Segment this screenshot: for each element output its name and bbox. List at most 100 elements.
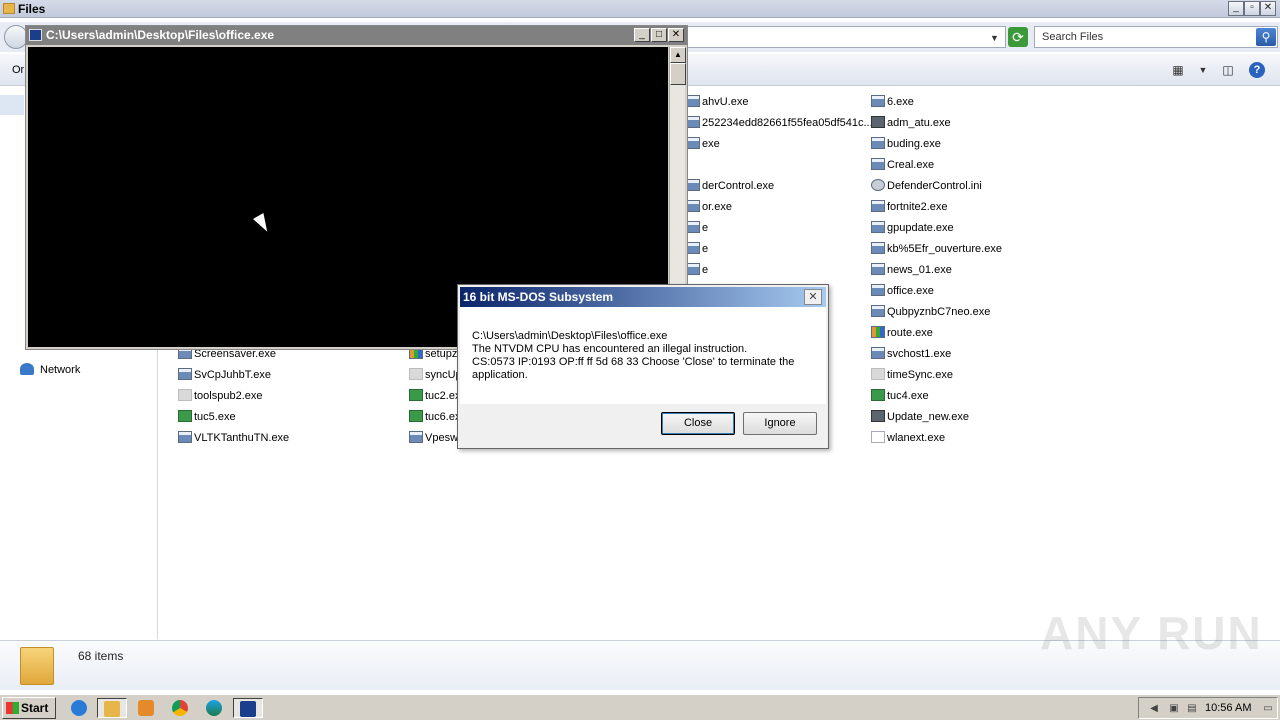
file-item[interactable]: news_01.exe — [871, 262, 952, 278]
file-item[interactable]: e — [686, 262, 708, 278]
scroll-thumb[interactable] — [670, 63, 686, 85]
file-item[interactable]: exe — [686, 136, 720, 152]
file-item[interactable]: 252234edd82661f55fea05df541c... — [686, 115, 873, 131]
file-item[interactable]: QubpyznbC7neo.exe — [871, 304, 990, 320]
file-item[interactable]: office.exe — [871, 283, 934, 299]
box-icon — [871, 410, 885, 422]
file-name: adm_atu.exe — [887, 117, 951, 129]
file-item[interactable]: VLTKTanthuTN.exe — [178, 430, 289, 446]
taskbar-ie-icon[interactable] — [64, 698, 94, 718]
file-item[interactable]: kb%5Efr_ouverture.exe — [871, 241, 1002, 257]
nav-selected-item[interactable] — [0, 95, 24, 115]
refresh-icon[interactable]: ⟳ — [1008, 27, 1028, 47]
box-icon — [871, 116, 885, 128]
start-button[interactable]: Start — [2, 697, 56, 719]
file-name: news_01.exe — [887, 264, 952, 276]
file-item[interactable]: toolspub2.exe — [178, 388, 263, 404]
exe-icon — [686, 242, 700, 254]
volume-icon[interactable]: ◀ — [1147, 702, 1161, 716]
scroll-up-icon[interactable]: ▲ — [670, 47, 686, 63]
dialog-close-icon[interactable]: ✕ — [804, 289, 822, 305]
file-name: tuc6.ex — [425, 411, 461, 423]
file-name: tuc4.exe — [887, 390, 929, 402]
file-item[interactable]: Update_new.exe — [871, 409, 969, 425]
file-item[interactable]: syncUp — [409, 367, 462, 383]
file-item[interactable]: wlanext.exe — [871, 430, 945, 446]
search-input[interactable]: Search Files ⚲ — [1034, 26, 1278, 48]
file-item[interactable]: route.exe — [871, 325, 933, 341]
file-name: Update_new.exe — [887, 411, 969, 423]
file-name: e — [702, 222, 709, 234]
file-item[interactable]: or.exe — [686, 199, 732, 215]
console-maximize-button[interactable]: □ — [651, 28, 667, 42]
search-icon[interactable]: ⚲ — [1256, 28, 1276, 46]
file-item[interactable]: svchost1.exe — [871, 346, 951, 362]
watermark: ANY RUN — [1040, 607, 1263, 659]
file-name: 252234edd82661f55fea05df541c... — [702, 117, 873, 129]
network-icon — [20, 363, 34, 375]
file-item[interactable]: fortnite2.exe — [871, 199, 948, 215]
file-item[interactable]: buding.exe — [871, 136, 941, 152]
address-dropdown-icon[interactable]: ▼ — [990, 33, 999, 43]
console-close-button[interactable]: ✕ — [668, 28, 684, 42]
file-item[interactable]: adm_atu.exe — [871, 115, 951, 131]
ignore-button[interactable]: Ignore — [743, 412, 817, 435]
organize-menu[interactable]: Or — [12, 64, 24, 76]
address-bar[interactable] — [686, 26, 1006, 48]
installer-icon — [409, 410, 423, 422]
help-icon[interactable]: ? — [1249, 62, 1265, 78]
file-item[interactable]: tuc4.exe — [871, 388, 929, 404]
dialog-line-details: CS:0573 IP:0193 OP:ff ff 5d 68 33 Choose… — [472, 356, 795, 381]
close-button[interactable]: Close — [661, 412, 735, 435]
exe-icon — [409, 431, 423, 443]
file-name: or.exe — [702, 201, 732, 213]
nav-item-network[interactable]: Network — [20, 363, 80, 376]
file-name: office.exe — [887, 285, 934, 297]
minimize-button[interactable]: _ — [1228, 1, 1244, 16]
exe-icon — [871, 263, 885, 275]
file-item[interactable]: gpupdate.exe — [871, 220, 954, 236]
view-options-icon[interactable]: ▦ — [1170, 62, 1186, 78]
item-count: 68 items — [78, 649, 124, 663]
file-item[interactable]: 6.exe — [871, 94, 914, 110]
preview-pane-icon[interactable]: ◫ — [1220, 62, 1236, 78]
file-name: e — [702, 264, 709, 276]
error-dialog: 16 bit MS-DOS Subsystem ✕ C:\Users\admin… — [457, 284, 829, 449]
file-name: ahvU.exe — [702, 96, 749, 108]
file-item[interactable]: tuc2.ex — [409, 388, 460, 404]
file-item[interactable]: derControl.exe — [686, 178, 774, 194]
taskbar-explorer-icon[interactable] — [97, 698, 127, 718]
file-item[interactable]: DefenderControl.ini — [871, 178, 982, 194]
show-desktop-icon[interactable]: ▭ — [1261, 702, 1275, 716]
close-button[interactable]: ✕ — [1260, 1, 1276, 16]
exe-icon — [178, 368, 192, 380]
start-label: Start — [21, 701, 49, 715]
file-item[interactable]: tuc5.exe — [178, 409, 236, 425]
taskbar-media-player-icon[interactable] — [131, 698, 161, 718]
file-item[interactable]: e — [686, 220, 708, 236]
view-dropdown-icon[interactable]: ▼ — [1195, 62, 1211, 78]
installer-icon — [178, 410, 192, 422]
file-item[interactable]: e — [686, 241, 708, 257]
taskbar-edge-icon[interactable] — [199, 698, 229, 718]
file-item[interactable]: SvCpJuhbT.exe — [178, 367, 271, 383]
taskbar-chrome-icon[interactable] — [165, 698, 195, 718]
clock[interactable]: 10:56 AM — [1205, 702, 1251, 714]
console-minimize-button[interactable]: _ — [634, 28, 650, 42]
exe-icon — [871, 200, 885, 212]
network-tray-icon[interactable]: ▣ — [1167, 702, 1181, 716]
exe-icon — [871, 221, 885, 233]
windows-flag-icon — [6, 702, 19, 714]
file-item[interactable]: ahvU.exe — [686, 94, 748, 110]
dialog-line-path: C:\Users\admin\Desktop\Files\office.exe — [472, 330, 668, 342]
file-item[interactable]: tuc6.ex — [409, 409, 460, 425]
plain-icon — [871, 368, 885, 380]
exe-icon — [871, 284, 885, 296]
file-item[interactable]: timeSync.exe — [871, 367, 953, 383]
flag-tray-icon[interactable]: ▤ — [1185, 702, 1199, 716]
taskbar-console-icon[interactable] — [233, 698, 263, 718]
file-item[interactable]: Vpesw — [409, 430, 458, 446]
file-item[interactable]: Creal.exe — [871, 157, 934, 173]
maximize-button[interactable]: ▫ — [1244, 1, 1260, 16]
file-name: e — [702, 243, 709, 255]
